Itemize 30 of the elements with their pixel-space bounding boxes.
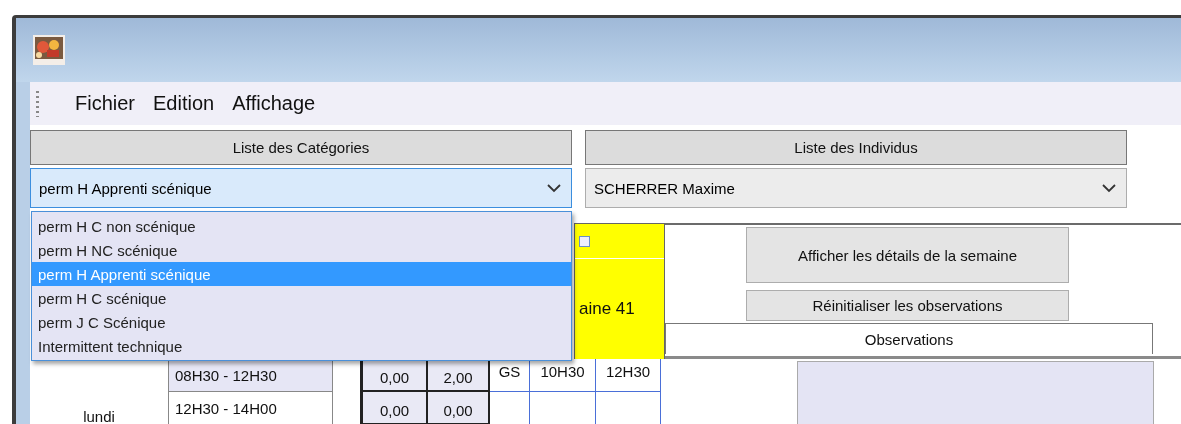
- table-cell: 12H30: [596, 359, 661, 392]
- table-cell: 0,00: [363, 359, 428, 392]
- chevron-down-icon[interactable]: [547, 183, 561, 193]
- dropdown-option[interactable]: perm J C Scénique: [32, 310, 571, 334]
- day-label: lundi: [82, 407, 116, 424]
- menu-item[interactable]: Affichage: [232, 92, 316, 115]
- column-header: Observations: [665, 323, 1153, 354]
- week-label: aine 41: [578, 298, 636, 320]
- chevron-down-icon[interactable]: [1102, 183, 1116, 193]
- observations-field[interactable]: [797, 361, 1154, 424]
- time-slot-cell[interactable]: 12H30 - 14H00: [169, 392, 333, 424]
- dropdown-option[interactable]: perm H C scénique: [32, 286, 571, 310]
- app-icon: [33, 35, 65, 65]
- checkbox[interactable]: [579, 235, 590, 247]
- table-cell: 0,00: [363, 392, 428, 424]
- menu-item[interactable]: Edition: [153, 92, 215, 115]
- list-header-button[interactable]: Liste des Individus: [585, 130, 1127, 165]
- combo-box[interactable]: SCHERRER Maxime: [585, 168, 1127, 208]
- combo-box[interactable]: perm H Apprenti scénique: [30, 168, 572, 208]
- dropdown-option[interactable]: perm H NC scénique: [32, 238, 571, 262]
- reset-button[interactable]: Réinitialiser les observations: [746, 290, 1069, 321]
- list-header-button[interactable]: Liste des Catégories: [30, 130, 572, 165]
- time-slot-cell[interactable]: 08H30 - 12H30: [169, 359, 333, 392]
- dropdown-option[interactable]: Intermittent technique: [32, 334, 571, 358]
- grip-handle[interactable]: [36, 90, 39, 117]
- dropdown-option[interactable]: perm H C non scénique: [32, 214, 571, 238]
- table-cell: 0,00: [428, 392, 490, 424]
- menu-item[interactable]: Fichier: [75, 92, 135, 115]
- show-details-button[interactable]: Afficher les détails de la semaine: [746, 227, 1069, 283]
- table-cell: 2,00: [428, 359, 490, 392]
